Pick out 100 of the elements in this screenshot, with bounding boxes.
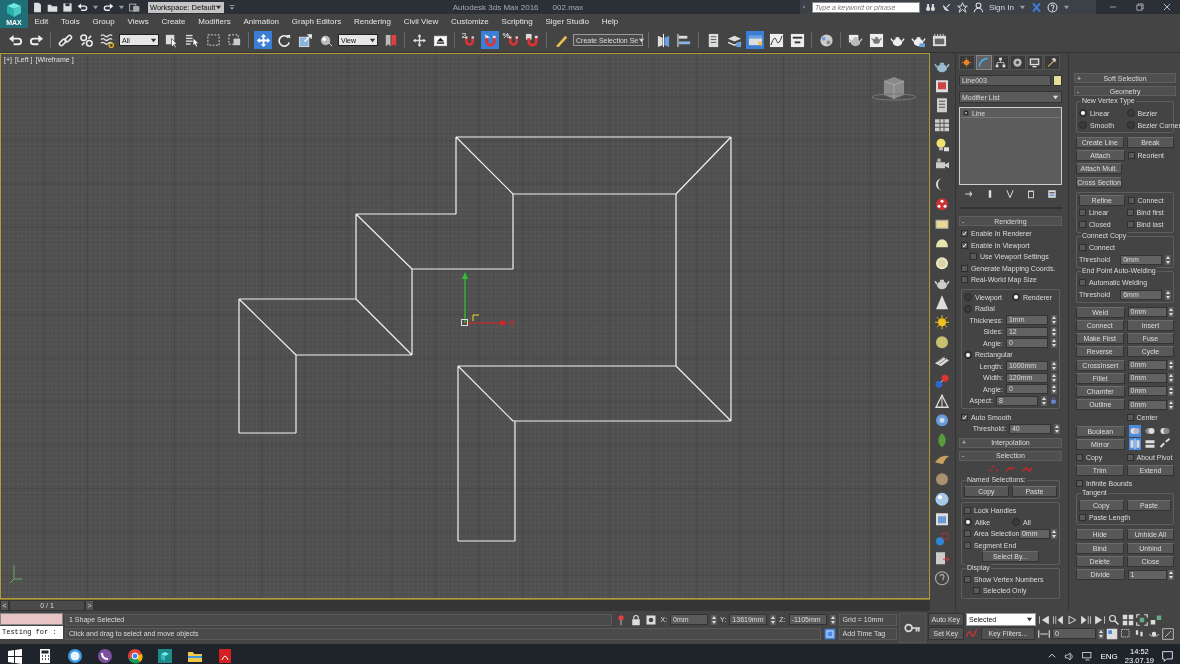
checkbox[interactable] <box>960 413 968 421</box>
radio-button[interactable] <box>963 518 972 527</box>
cone-icon[interactable] <box>934 294 951 311</box>
caret-icon[interactable] <box>1026 616 1033 623</box>
time-config-icon[interactable] <box>1106 627 1118 640</box>
sphere-icon[interactable] <box>934 333 951 351</box>
fork-icon[interactable] <box>1005 189 1016 199</box>
binoculars-icon[interactable] <box>925 1 936 13</box>
settings-icon[interactable] <box>1046 189 1057 199</box>
go-to-end-icon[interactable] <box>1094 613 1106 626</box>
checkbox[interactable] <box>1127 152 1135 160</box>
spinner-arrows-icon[interactable] <box>1050 338 1057 349</box>
menu-item[interactable]: Edit <box>28 16 55 26</box>
spinner-arrows-icon[interactable] <box>1050 384 1057 395</box>
language-indicator[interactable]: ENG <box>1100 651 1118 661</box>
maximize-icon[interactable] <box>1162 627 1174 640</box>
project-folder-icon[interactable] <box>129 1 140 13</box>
app-tile-icon[interactable] <box>157 648 173 664</box>
checkbox[interactable] <box>960 241 968 249</box>
radio-button[interactable] <box>963 293 972 302</box>
document-icon[interactable] <box>217 648 233 664</box>
spinner-arrows-icon[interactable] <box>1168 399 1175 410</box>
menu-item[interactable]: Siger Studio <box>539 16 596 26</box>
spinner-arrows-icon[interactable] <box>829 614 836 625</box>
checkbox[interactable] <box>960 276 968 284</box>
checkbox[interactable] <box>1078 209 1086 217</box>
spinner-arrows-icon[interactable] <box>1050 361 1057 372</box>
checkbox[interactable] <box>960 264 968 272</box>
go-to-start-icon[interactable] <box>1038 613 1050 626</box>
zoom-icon[interactable] <box>1108 613 1120 626</box>
menu-item[interactable]: Help <box>595 16 625 26</box>
redo-icon[interactable] <box>103 1 114 13</box>
spinner-arrows-icon[interactable] <box>1168 373 1175 384</box>
satellite-dish-icon[interactable] <box>941 1 952 13</box>
caret-icon[interactable] <box>638 36 646 44</box>
spinner-arrows-icon[interactable] <box>1053 423 1060 434</box>
tag-icon[interactable] <box>823 627 836 640</box>
checkbox[interactable] <box>1078 279 1086 287</box>
checkbox[interactable] <box>963 530 971 538</box>
bulb-icon[interactable] <box>934 136 951 154</box>
speaker-icon[interactable] <box>1064 650 1076 662</box>
sun-icon[interactable] <box>934 313 951 331</box>
grid-view-icon[interactable] <box>1122 613 1134 626</box>
new-file-icon[interactable] <box>32 1 43 13</box>
star-icon[interactable] <box>957 1 968 13</box>
radio-button[interactable] <box>1078 121 1087 129</box>
panel-tab[interactable] <box>992 55 1009 70</box>
logo-icon[interactable] <box>5 2 23 18</box>
move-gizmo-drawing[interactable] <box>461 272 508 326</box>
spinner-arrows-icon[interactable] <box>770 614 777 625</box>
spinner-arrows-icon[interactable] <box>1050 372 1057 383</box>
menu-item[interactable]: Group <box>86 16 122 26</box>
checkbox[interactable] <box>1078 221 1086 229</box>
checkbox[interactable] <box>960 230 968 238</box>
checkbox[interactable] <box>1126 209 1134 217</box>
spinner-arrows-icon[interactable] <box>1098 628 1104 639</box>
spinner-arrows-icon[interactable] <box>1168 569 1175 580</box>
snap-toggle-button[interactable]: 2 <box>460 31 478 49</box>
caret-icon[interactable] <box>369 36 376 44</box>
image-icon[interactable] <box>934 77 951 95</box>
spinner-arrows-icon[interactable] <box>1050 326 1057 337</box>
radio-button[interactable] <box>963 304 972 313</box>
scale-icon[interactable] <box>296 31 314 49</box>
menu-item[interactable]: Views <box>121 16 156 26</box>
checkbox[interactable] <box>1075 453 1083 461</box>
caret-icon[interactable] <box>215 3 223 11</box>
exit-icon[interactable] <box>934 550 951 567</box>
checkbox[interactable] <box>1126 414 1134 422</box>
radio-button[interactable] <box>1078 109 1087 117</box>
spinner-arrows-icon[interactable] <box>1165 254 1172 265</box>
spinner-arrows-icon[interactable] <box>1168 360 1175 371</box>
radio-button[interactable] <box>963 350 972 359</box>
bars-icon[interactable] <box>1143 438 1156 451</box>
film-frame-icon[interactable] <box>930 31 948 49</box>
mirror-icon[interactable] <box>1128 438 1141 451</box>
spinner-magnet-icon[interactable] <box>523 31 541 49</box>
snap-toggle-button[interactable]: % <box>502 31 520 49</box>
undo-icon[interactable] <box>77 1 88 13</box>
help-icon[interactable] <box>1046 1 1058 13</box>
reel-icon[interactable] <box>934 195 951 213</box>
phone-icon[interactable] <box>97 648 113 664</box>
crosshair-icon[interactable] <box>645 613 658 626</box>
angle-magnet-icon[interactable] <box>481 31 499 49</box>
panel-tab[interactable] <box>1026 55 1043 70</box>
checkbox[interactable] <box>1075 480 1083 488</box>
calculator-icon[interactable] <box>37 648 53 664</box>
key-step-icon[interactable] <box>1038 627 1050 640</box>
radio-button[interactable] <box>1011 293 1020 302</box>
table-icon[interactable] <box>934 117 951 134</box>
menu-item[interactable]: Graph Editors <box>285 16 348 26</box>
spinner-arrows-icon[interactable] <box>1050 528 1057 539</box>
previous-frame-icon[interactable] <box>1052 613 1064 626</box>
spinner-arrows-icon[interactable] <box>1165 289 1172 300</box>
panel-tab[interactable] <box>958 55 975 70</box>
panel-tab[interactable] <box>1043 55 1060 70</box>
x-logo-icon[interactable] <box>1030 1 1042 13</box>
checkbox[interactable] <box>969 253 977 261</box>
checkbox[interactable] <box>1126 221 1134 229</box>
waves-icon[interactable] <box>98 31 116 49</box>
notification-icon[interactable] <box>1161 649 1174 663</box>
